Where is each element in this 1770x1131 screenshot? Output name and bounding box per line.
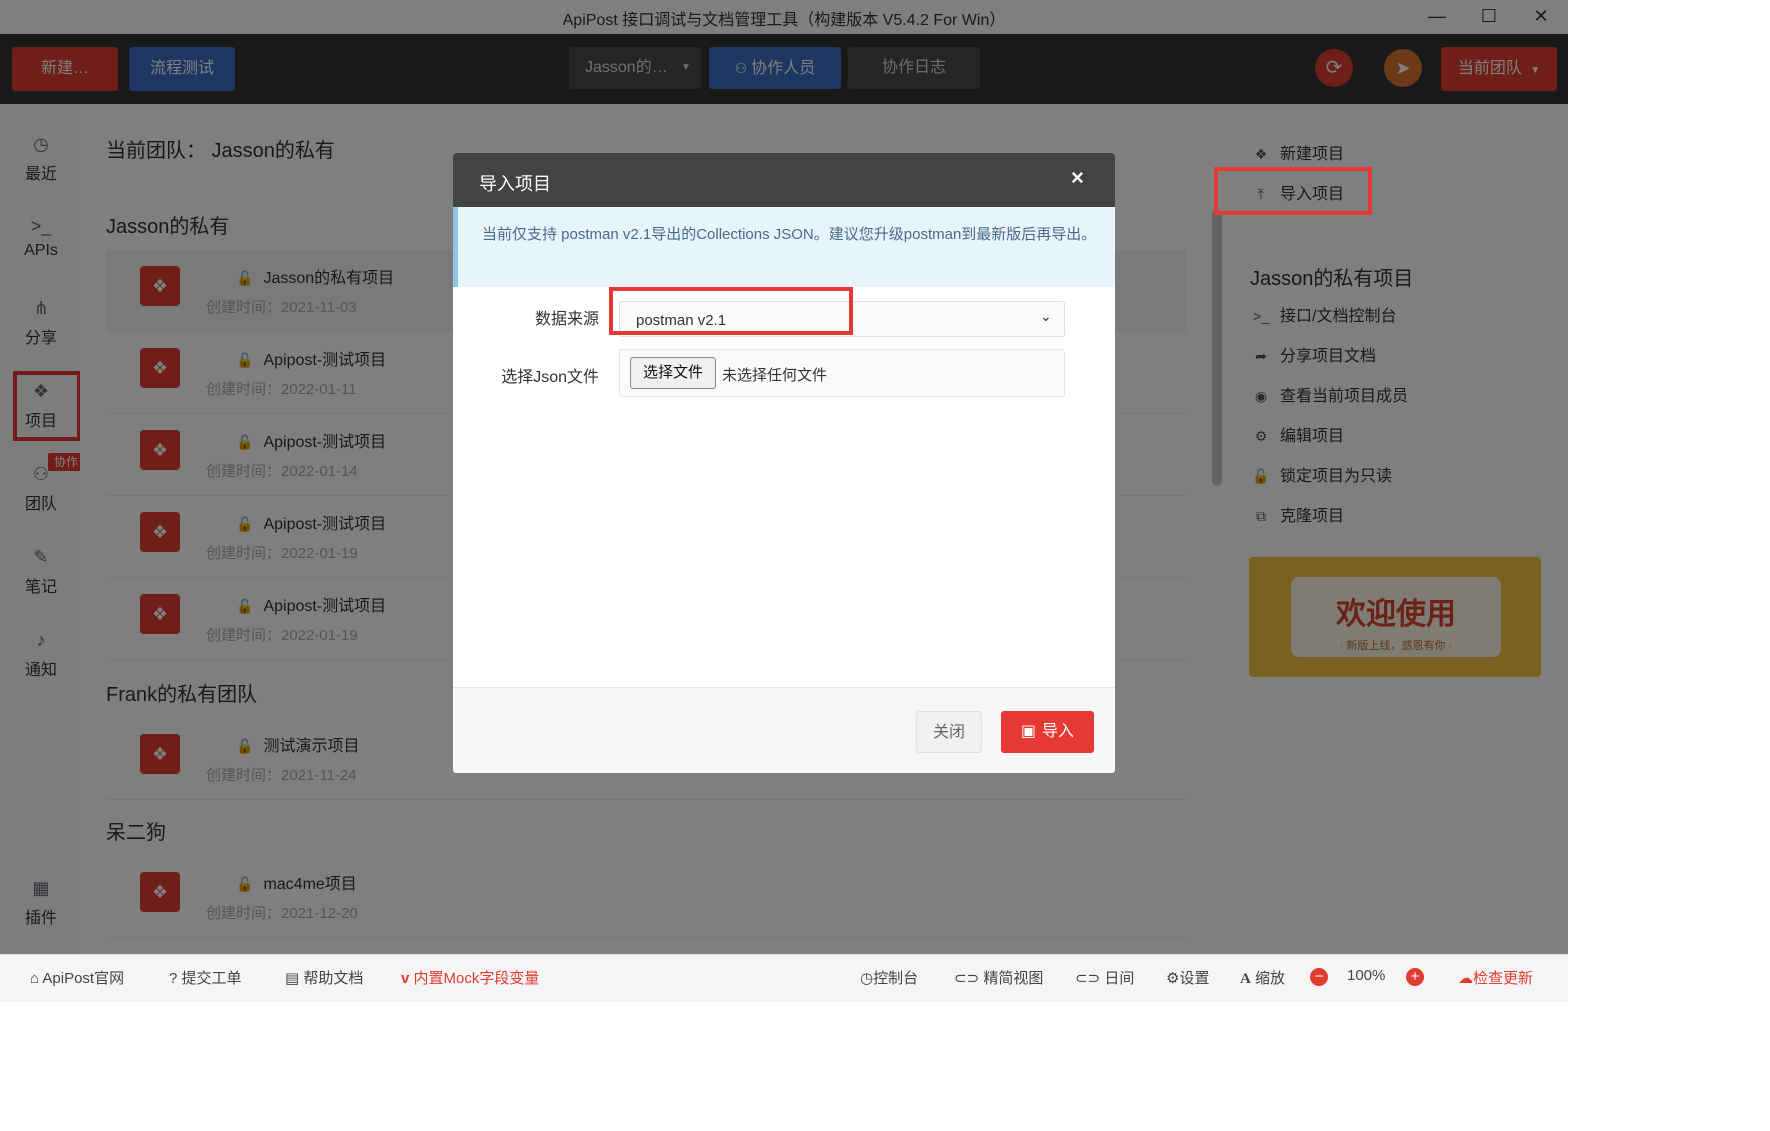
simple-view-toggle[interactable]: ⊂⊃ 精简视图 [954, 967, 1043, 988]
zoom-out-icon[interactable]: − [1310, 968, 1328, 986]
zoom-value: 100% [1347, 967, 1386, 984]
book-icon: ▤ [285, 970, 300, 987]
highlight-box [609, 287, 853, 335]
dialog-footer: 关闭 ▣ 导入 [453, 687, 1115, 773]
status-bar: ⌂ ApiPost官网 ? 提交工单 ▤ 帮助文档 v 内置Mock字段变量 ◷… [0, 954, 1568, 1002]
highlight-box [1214, 167, 1372, 215]
zoom-in-icon[interactable]: + [1406, 968, 1424, 986]
settings-link[interactable]: ⚙设置 [1166, 967, 1209, 988]
ticket-label: 提交工单 [181, 970, 242, 987]
console-label: 控制台 [873, 970, 919, 987]
close-button[interactable]: 关闭 [916, 711, 982, 753]
toggle-icon: ⊂⊃ [1075, 970, 1101, 987]
official-site-link[interactable]: ⌂ ApiPost官网 [30, 967, 124, 988]
question-icon: ? [169, 970, 178, 987]
dialog-title: 导入项目 [479, 174, 551, 194]
gear-icon: ⚙ [1166, 970, 1180, 987]
import-button[interactable]: ▣ 导入 [1001, 711, 1094, 753]
help-label: 帮助文档 [303, 970, 364, 987]
zoom-label: 缩放 [1255, 970, 1286, 987]
help-docs-link[interactable]: ▤ 帮助文档 [285, 967, 363, 988]
check-update-label: 检查更新 [1473, 970, 1534, 987]
file-input: 选择文件 未选择任何文件 [619, 349, 1065, 397]
simple-view-label: 精简视图 [983, 970, 1044, 987]
cloud-download-icon: ☁ [1458, 970, 1473, 987]
ticket-link[interactable]: ? 提交工单 [169, 967, 242, 988]
console-link[interactable]: ◷控制台 [860, 967, 918, 988]
source-label: 数据来源 [534, 311, 599, 328]
notice-box: 当前仅支持 postman v2.1导出的Collections JSON。建议… [453, 207, 1115, 287]
import-project-dialog: 导入项目 × 当前仅支持 postman v2.1导出的Collections … [453, 153, 1115, 773]
dialog-header: 导入项目 × [453, 153, 1115, 207]
official-site-label: ApiPost官网 [42, 970, 125, 987]
mock-fields-link[interactable]: v 内置Mock字段变量 [401, 967, 539, 988]
import-button-label: 导入 [1042, 723, 1075, 740]
v-icon: v [401, 970, 410, 987]
day-mode-toggle[interactable]: ⊂⊃ 日间 [1075, 967, 1134, 988]
dashboard-icon: ◷ [860, 970, 874, 987]
mock-label: 内置Mock字段变量 [413, 970, 540, 987]
toggle-icon: ⊂⊃ [954, 970, 980, 987]
notice-text: 当前仅支持 postman v2.1导出的Collections JSON。建议… [482, 226, 1097, 243]
close-icon[interactable]: × [1071, 165, 1084, 191]
zoom-label-group: A 缩放 [1240, 967, 1285, 988]
day-label: 日间 [1104, 970, 1135, 987]
save-icon: ▣ [1020, 723, 1037, 740]
file-label: 选择Json文件 [501, 369, 599, 386]
file-status: 未选择任何文件 [722, 367, 828, 384]
chevron-down-icon: ⌄ [1040, 308, 1052, 324]
font-icon: A [1240, 971, 1251, 987]
choose-file-button[interactable]: 选择文件 [630, 357, 716, 389]
home-icon: ⌂ [30, 970, 40, 987]
check-update-link[interactable]: ☁检查更新 [1458, 967, 1533, 988]
settings-label: 设置 [1179, 970, 1210, 987]
